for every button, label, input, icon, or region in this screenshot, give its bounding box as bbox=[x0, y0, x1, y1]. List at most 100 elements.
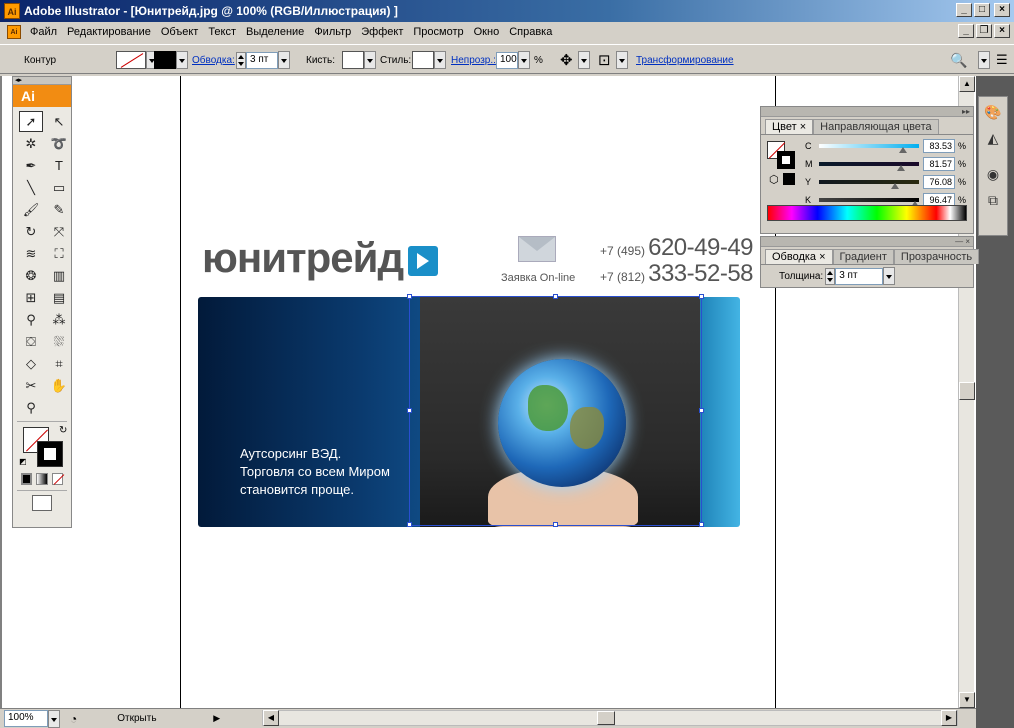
direct-selection-tool-icon[interactable]: ↖ bbox=[47, 111, 71, 132]
menu-window[interactable]: Окно bbox=[469, 22, 505, 42]
channel-value-field[interactable]: 81.57 bbox=[923, 157, 955, 171]
menu-view[interactable]: Просмотр bbox=[408, 22, 468, 42]
panel-weight-dropdown-icon[interactable] bbox=[883, 267, 896, 285]
rotate-tool-icon[interactable]: ↻ bbox=[19, 221, 43, 242]
channel-value-field[interactable]: 83.53 bbox=[923, 139, 955, 153]
vertical-scroll-thumb[interactable] bbox=[959, 382, 975, 400]
scroll-right-icon[interactable]: ▶ bbox=[941, 710, 957, 726]
magic-wand-tool-icon[interactable]: ✲ bbox=[19, 133, 43, 154]
channel-slider[interactable] bbox=[819, 198, 920, 207]
symbol-sprayer-tool-icon[interactable]: ❂ bbox=[19, 265, 43, 286]
menu-object[interactable]: Объект bbox=[156, 22, 203, 42]
pen-tool-icon[interactable]: ✒ bbox=[19, 155, 43, 176]
color-panel-collapse-icon[interactable]: ▸▸ bbox=[761, 107, 973, 117]
graph-tool-icon[interactable]: ▥ bbox=[47, 265, 71, 286]
eyedropper-tool-icon[interactable]: ⚲ bbox=[19, 309, 43, 330]
doc-restore-button[interactable]: ❐ bbox=[976, 24, 992, 38]
menu-effect[interactable]: Эффект bbox=[356, 22, 408, 42]
channel-slider[interactable] bbox=[819, 144, 919, 153]
zoom-dropdown-icon[interactable] bbox=[48, 709, 60, 728]
brush-dropdown-icon[interactable] bbox=[364, 51, 376, 69]
tab-transparency[interactable]: Прозрачность bbox=[893, 249, 980, 264]
stroke-panel-collapse-icon[interactable]: — × bbox=[761, 237, 973, 247]
slider-thumb-icon[interactable] bbox=[896, 165, 905, 171]
pencil-tool-icon[interactable]: ✎ bbox=[47, 199, 71, 220]
type-tool-icon[interactable]: T bbox=[47, 155, 71, 176]
default-colors-icon[interactable]: ◩ bbox=[19, 457, 27, 466]
toolbox-grip[interactable]: ◂▸ bbox=[13, 77, 71, 85]
document-icon[interactable]: Ai bbox=[7, 25, 21, 39]
channel-value-field[interactable]: 76.08 bbox=[923, 175, 955, 189]
control-menu-icon[interactable]: ☰ bbox=[996, 45, 1008, 75]
doc-close-button[interactable]: × bbox=[994, 24, 1010, 38]
stroke-weight-dropdown-icon[interactable] bbox=[278, 51, 290, 69]
live-paint-tool-icon[interactable]: ⛋ bbox=[19, 331, 43, 352]
align-dropdown-icon[interactable] bbox=[616, 51, 628, 69]
eraser-tool-icon[interactable]: ◇ bbox=[19, 353, 43, 374]
none-mode-icon[interactable] bbox=[51, 473, 65, 485]
menu-edit[interactable]: Редактирование bbox=[62, 22, 156, 42]
stroke-link[interactable]: Обводка: bbox=[192, 45, 235, 75]
selection-bounding-box[interactable] bbox=[409, 296, 702, 526]
resize-handle-l[interactable] bbox=[407, 408, 412, 413]
resize-handle-bl[interactable] bbox=[407, 522, 412, 527]
panel-stroke-box[interactable] bbox=[777, 151, 795, 169]
rectangle-tool-icon[interactable]: ▭ bbox=[47, 177, 71, 198]
menu-help[interactable]: Справка bbox=[504, 22, 557, 42]
tab-stroke[interactable]: Обводка × bbox=[765, 249, 833, 264]
zoom-tool-icon[interactable]: ⚲ bbox=[19, 397, 43, 418]
slice-tool-icon[interactable]: ⌗ bbox=[47, 353, 71, 374]
bridge-dropdown-icon[interactable] bbox=[978, 51, 990, 69]
color-mode-icon[interactable] bbox=[21, 473, 33, 485]
maximize-button[interactable]: □ bbox=[974, 3, 990, 17]
menu-filter[interactable]: Фильтр bbox=[309, 22, 356, 42]
color-panel-icon[interactable]: 🎨 bbox=[981, 101, 1005, 123]
zoom-field[interactable]: 100% bbox=[4, 710, 48, 727]
free-transform-tool-icon[interactable]: ⤧ bbox=[47, 221, 71, 242]
menu-select[interactable]: Выделение bbox=[241, 22, 309, 42]
tab-color-guide[interactable]: Направляющая цвета bbox=[813, 119, 939, 134]
menu-file[interactable]: Файл bbox=[25, 22, 62, 42]
resize-handle-tl[interactable] bbox=[407, 294, 412, 299]
panel-weight-stepper[interactable] bbox=[825, 267, 836, 285]
doc-minimize-button[interactable]: _ bbox=[958, 24, 974, 38]
panel-weight-field[interactable]: 3 пт bbox=[835, 267, 884, 285]
scroll-down-icon[interactable]: ▼ bbox=[959, 692, 975, 708]
style-dropdown-icon[interactable] bbox=[434, 51, 446, 69]
selection-tool-icon[interactable]: ➚ bbox=[19, 111, 43, 132]
channel-slider[interactable] bbox=[819, 180, 919, 189]
free-distort-tool-icon[interactable]: ⛶ bbox=[47, 243, 71, 264]
layers-panel-icon[interactable]: ⧉ bbox=[981, 189, 1005, 211]
recolor-dropdown-icon[interactable] bbox=[578, 51, 590, 69]
paintbrush-tool-icon[interactable]: 🖌 bbox=[19, 199, 43, 220]
resize-handle-b[interactable] bbox=[553, 522, 558, 527]
live-paint-selection-tool-icon[interactable]: ⛆ bbox=[47, 331, 71, 352]
bridge-icon[interactable]: 🔍 bbox=[950, 45, 967, 75]
tab-gradient[interactable]: Градиент bbox=[832, 249, 894, 264]
opacity-link[interactable]: Непрозр.: bbox=[451, 45, 496, 75]
horizontal-scroll-thumb[interactable] bbox=[597, 711, 615, 725]
scroll-left-icon[interactable]: ◀ bbox=[263, 710, 279, 726]
lasso-tool-icon[interactable]: ➰ bbox=[47, 133, 71, 154]
gradient-mode-icon[interactable] bbox=[36, 473, 48, 485]
warp-tool-icon[interactable]: ≋ bbox=[19, 243, 43, 264]
hand-tool-icon[interactable]: ✋ bbox=[47, 375, 71, 396]
scissors-tool-icon[interactable]: ✂ bbox=[19, 375, 43, 396]
horizontal-scrollbar[interactable]: ◀ ▶ bbox=[262, 710, 958, 726]
brush-swatch[interactable] bbox=[342, 51, 364, 69]
channel-slider[interactable] bbox=[819, 162, 919, 171]
align-icon[interactable]: ⊡ bbox=[598, 45, 611, 75]
status-nav-icon[interactable]: ◔ bbox=[70, 712, 77, 726]
resize-handle-br[interactable] bbox=[699, 522, 704, 527]
color-spectrum[interactable] bbox=[767, 205, 967, 221]
gradient-tool-icon[interactable]: ▤ bbox=[47, 287, 71, 308]
stroke-swatch[interactable] bbox=[154, 51, 176, 69]
menu-type[interactable]: Текст bbox=[203, 22, 241, 42]
slider-thumb-icon[interactable] bbox=[898, 147, 907, 153]
slider-thumb-icon[interactable] bbox=[891, 183, 900, 189]
close-button[interactable]: × bbox=[994, 3, 1010, 17]
stroke-dropdown-icon[interactable] bbox=[176, 51, 188, 69]
web-safe-color-icon[interactable] bbox=[783, 173, 795, 185]
recolor-icon[interactable]: ✥ bbox=[560, 45, 573, 75]
gradient-panel-icon[interactable]: ◭ bbox=[981, 127, 1005, 149]
